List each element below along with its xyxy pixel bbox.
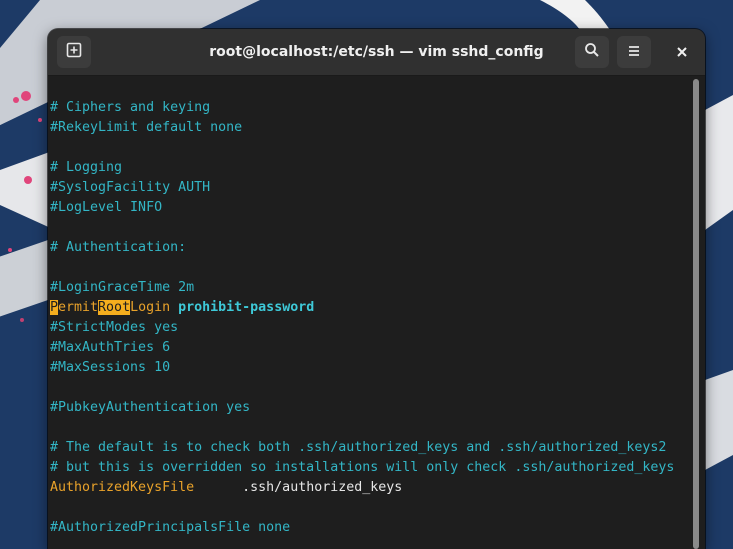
vertical-scrollbar[interactable] xyxy=(693,79,699,549)
code-line: #RekeyLimit default none xyxy=(50,120,243,135)
search-button[interactable] xyxy=(575,36,609,68)
close-icon xyxy=(676,43,688,62)
code-line: # The default is to check both .ssh/auth… xyxy=(50,440,667,455)
code-line: #PubkeyAuthentication yes xyxy=(50,400,251,415)
menu-button[interactable] xyxy=(617,36,651,68)
terminal-window: root@localhost:/etc/ssh — vim sshd_confi… xyxy=(48,29,705,549)
close-button[interactable] xyxy=(665,36,699,68)
directive-value: prohibit-password xyxy=(178,300,315,315)
code-line: # Authentication: xyxy=(50,240,187,255)
code-line: #MaxSessions 10 xyxy=(50,360,171,375)
code-line: #AuthorizedPrincipalsFile none xyxy=(50,520,291,535)
cursor-highlight: P xyxy=(50,300,59,315)
authorized-keys-line: AuthorizedKeysFile .ssh/authorized_keys xyxy=(50,478,674,498)
title-bar: root@localhost:/etc/ssh — vim sshd_confi… xyxy=(48,29,705,76)
new-tab-button[interactable] xyxy=(57,36,91,68)
code-line: #SyslogFacility AUTH xyxy=(50,180,211,195)
directive-value: .ssh/authorized_keys xyxy=(242,480,403,495)
code-line: #LoginGraceTime 2m xyxy=(50,280,195,295)
hamburger-menu-icon xyxy=(627,43,641,62)
permit-root-login-line: PermitRootLogin prohibit-password xyxy=(50,298,674,318)
code-line: #StrictModes yes xyxy=(50,320,179,335)
window-title: root@localhost:/etc/ssh — vim sshd_confi… xyxy=(209,44,544,60)
search-icon xyxy=(584,42,600,62)
code-line: # Ciphers and keying xyxy=(50,100,211,115)
directive-part: ermit xyxy=(58,300,99,315)
code-line: #MaxAuthTries 6 xyxy=(50,340,171,355)
code-line: #LogLevel INFO xyxy=(50,200,163,215)
code-line: # Logging xyxy=(50,160,123,175)
vim-buffer[interactable]: # Ciphers and keying #RekeyLimit default… xyxy=(50,98,674,538)
new-tab-icon xyxy=(66,42,82,62)
search-match-highlight: Root xyxy=(98,300,131,315)
code-line: # but this is overridden so installation… xyxy=(50,460,675,475)
directive-part: Login xyxy=(130,300,171,315)
directive-name: AuthorizedKeysFile xyxy=(50,480,195,495)
terminal-content[interactable]: # Ciphers and keying #RekeyLimit default… xyxy=(48,76,705,549)
